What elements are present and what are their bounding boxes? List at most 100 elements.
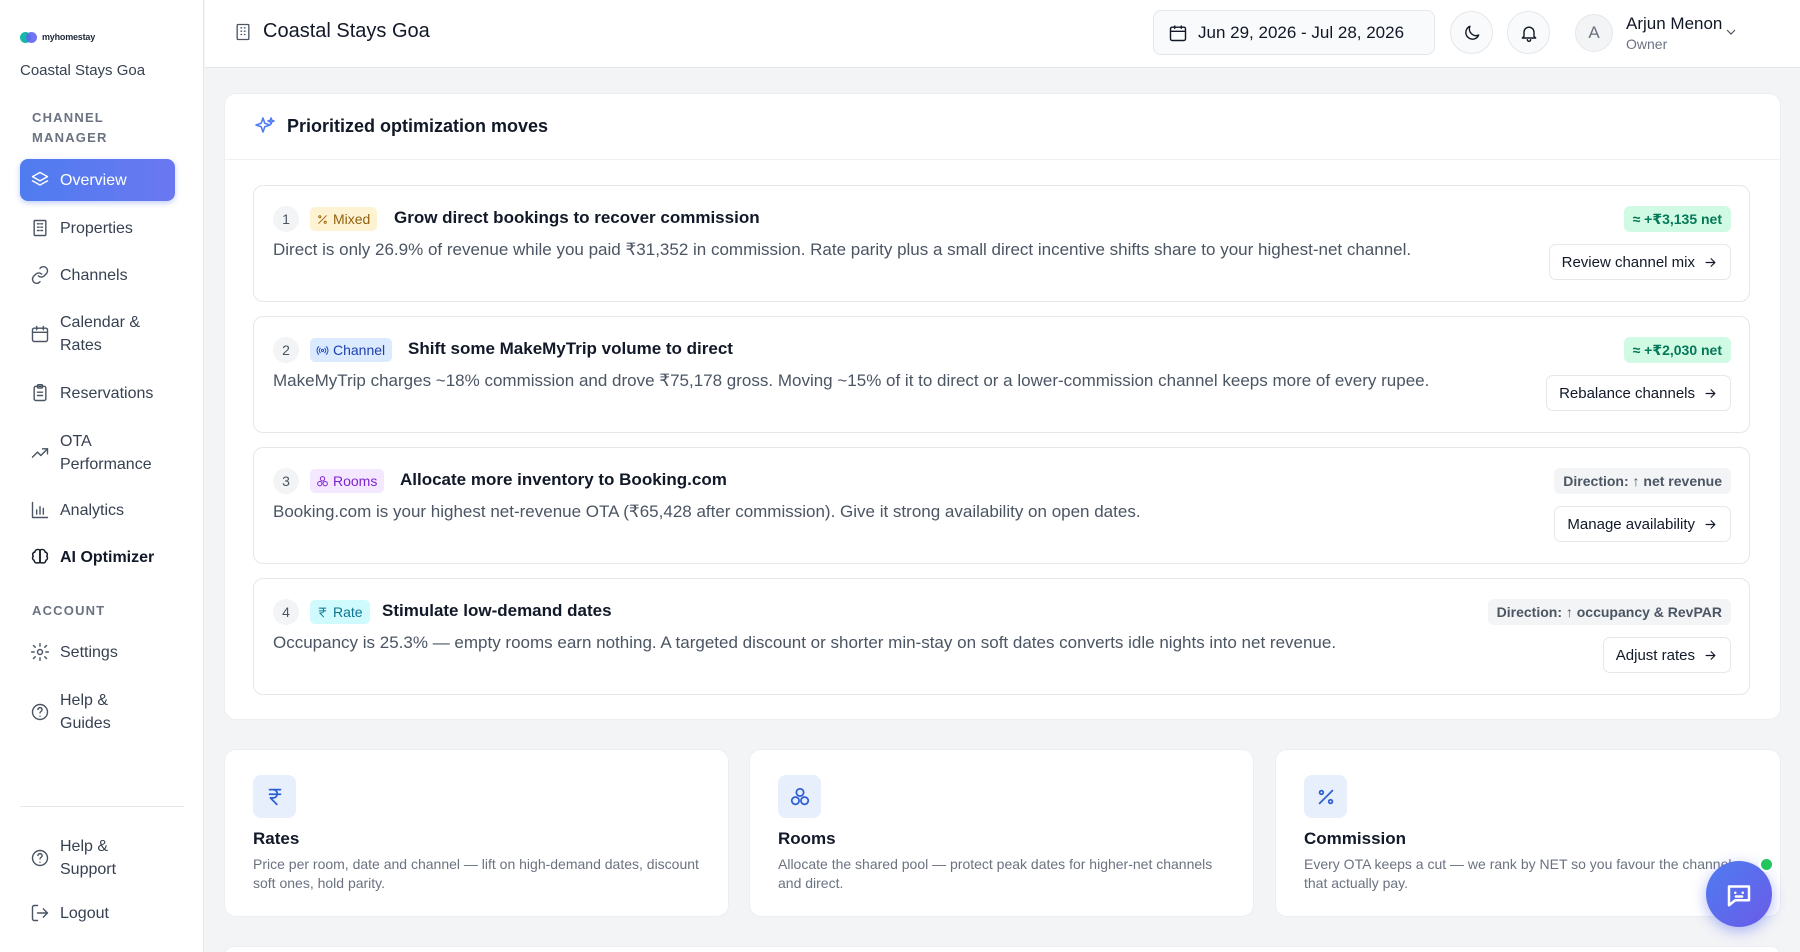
review-channel-mix-button[interactable]: Review channel mix <box>1548 244 1731 280</box>
tag-badge: Rooms <box>310 469 385 493</box>
sidebar-item-calendar-rates[interactable]: Calendar & Rates <box>20 309 170 359</box>
theme-toggle-button[interactable] <box>1450 11 1493 54</box>
moon-icon <box>1464 25 1479 40</box>
sidebar-item-label: Logout <box>60 904 109 922</box>
sidebar-item-properties[interactable]: Properties <box>20 215 175 241</box>
notifications-button[interactable] <box>1507 11 1550 54</box>
sidebar-item-label: OTA Performance <box>60 433 152 473</box>
logo-text: myhomestay <box>42 32 96 42</box>
calendar-icon <box>31 325 49 343</box>
tag-badge: Channel <box>310 338 393 362</box>
lever-title: Rates <box>253 829 300 848</box>
move-number: 1 <box>273 206 299 232</box>
calendar-icon <box>1169 25 1187 41</box>
move-description: Booking.com is your highest net-revenue … <box>273 502 1141 521</box>
card-title: Prioritized optimization moves <box>287 116 549 136</box>
sparkles-icon <box>255 116 275 133</box>
building-icon <box>33 219 47 237</box>
impact-badge: ≈ +₹2,030 net <box>1623 337 1731 363</box>
rupee-icon <box>318 607 327 617</box>
property-name: Coastal Stays Goa <box>20 62 146 79</box>
next-section-card <box>224 946 1781 952</box>
help-circle-icon <box>31 849 49 867</box>
sidebar-item-label: AI Optimizer <box>60 548 155 566</box>
arrow-right-icon <box>1705 257 1716 267</box>
card-header: Prioritized optimization moves <box>225 94 1780 160</box>
move-number: 4 <box>273 599 299 625</box>
sidebar-item-label: Help & Guides <box>60 692 111 732</box>
rebalance-channels-button[interactable]: Rebalance channels <box>1546 375 1731 411</box>
rupee-icon <box>253 775 296 818</box>
tag-label: Mixed <box>333 211 371 227</box>
bot-icon <box>1727 885 1751 907</box>
building-icon <box>236 23 250 40</box>
logo[interactable]: myhomestay <box>20 30 95 44</box>
sidebar-item-label: Overview <box>60 171 127 189</box>
section-account: ACCOUNT <box>32 603 106 618</box>
chevron-down-icon[interactable] <box>1723 24 1739 40</box>
boxes-icon <box>317 475 328 486</box>
adjust-rates-button[interactable]: Adjust rates <box>1602 637 1731 673</box>
move-description: MakeMyTrip charges ~18% commission and d… <box>273 371 1430 390</box>
move-number: 2 <box>273 337 299 363</box>
lever-title: Rooms <box>778 829 836 848</box>
move-title: Grow direct bookings to recover commissi… <box>394 208 760 227</box>
sidebar-item-ota-performance[interactable]: OTA Performance <box>20 428 170 478</box>
broadcast-icon <box>316 345 329 355</box>
section-channel-manager: CHANNEL MANAGER <box>32 110 108 145</box>
tag-badge: Rate <box>310 600 370 624</box>
impact-badge: Direction: ↑ occupancy & RevPAR <box>1487 599 1731 625</box>
impact-badge: ≈ +₹3,135 net <box>1623 206 1731 232</box>
lever-description: Price per room, date and channel — lift … <box>253 856 699 891</box>
percent-icon <box>318 214 327 224</box>
bell-icon <box>1521 26 1536 42</box>
optimization-moves-card: Prioritized optimization moves 1 Mixed G… <box>224 93 1781 720</box>
sidebar-item-channels[interactable]: Channels <box>20 262 175 288</box>
trending-up-icon <box>31 448 49 458</box>
action-label: Adjust rates <box>1615 646 1695 664</box>
manage-availability-button[interactable]: Manage availability <box>1554 506 1731 542</box>
tag-label: Channel <box>333 342 386 358</box>
sidebar-item-help-support[interactable]: Help & Support <box>20 833 160 883</box>
link-icon <box>31 265 49 285</box>
action-label: Manage availability <box>1567 515 1695 533</box>
brain-icon <box>31 548 49 564</box>
avatar[interactable]: A <box>1575 14 1613 52</box>
lever-card-rooms: Rooms Allocate the shared pool — protect… <box>749 749 1254 917</box>
sidebar-item-label: Properties <box>60 219 133 237</box>
page-title: Coastal Stays Goa <box>233 20 430 43</box>
user-name[interactable]: Arjun Menon <box>1626 14 1722 34</box>
date-range-text: Jun 29, 2026 - Jul 28, 2026 <box>1198 22 1405 42</box>
sidebar-item-ai-optimizer[interactable]: AI Optimizer <box>20 544 175 570</box>
move-description: Occupancy is 25.3% — empty rooms earn no… <box>273 633 1337 652</box>
logout-button[interactable]: Logout <box>20 900 175 926</box>
tag-label: Rooms <box>333 473 378 489</box>
optimization-move: 3 Rooms Allocate more inventory to Booki… <box>253 447 1750 564</box>
sidebar-item-analytics[interactable]: Analytics <box>20 497 175 523</box>
date-range-picker[interactable]: Jun 29, 2026 - Jul 28, 2026 <box>1153 10 1435 55</box>
logout-icon <box>31 904 49 922</box>
move-title: Allocate more inventory to Booking.com <box>400 470 727 489</box>
sidebar-item-help-guides[interactable]: Help & Guides <box>20 687 160 737</box>
bar-chart-icon <box>31 501 49 519</box>
sidebar-item-settings[interactable]: Settings <box>20 639 175 665</box>
arrow-right-icon <box>1705 519 1716 529</box>
action-label: Rebalance channels <box>1559 384 1695 402</box>
sidebar-item-label: Reservations <box>60 384 154 402</box>
percent-icon <box>1304 775 1347 818</box>
move-title: Stimulate low-demand dates <box>382 601 612 620</box>
page-title-text: Coastal Stays Goa <box>263 20 430 42</box>
arrow-right-icon <box>1705 650 1716 660</box>
layers-icon <box>31 171 49 186</box>
sidebar-item-label: Calendar & Rates <box>60 314 141 354</box>
sidebar-divider <box>20 806 184 807</box>
move-title: Shift some MakeMyTrip volume to direct <box>408 339 733 358</box>
tag-badge: Mixed <box>310 207 378 231</box>
lever-description: Allocate the shared pool — protect peak … <box>778 856 1213 891</box>
sidebar-item-reservations[interactable]: Reservations <box>20 380 175 406</box>
sidebar-item-overview[interactable]: Overview <box>20 159 175 201</box>
optimization-move: 1 Mixed Grow direct bookings to recover … <box>253 185 1750 302</box>
gear-icon <box>30 642 50 662</box>
lever-description: Every OTA keeps a cut — we rank by NET s… <box>1304 856 1739 891</box>
help-circle-icon <box>31 703 49 721</box>
